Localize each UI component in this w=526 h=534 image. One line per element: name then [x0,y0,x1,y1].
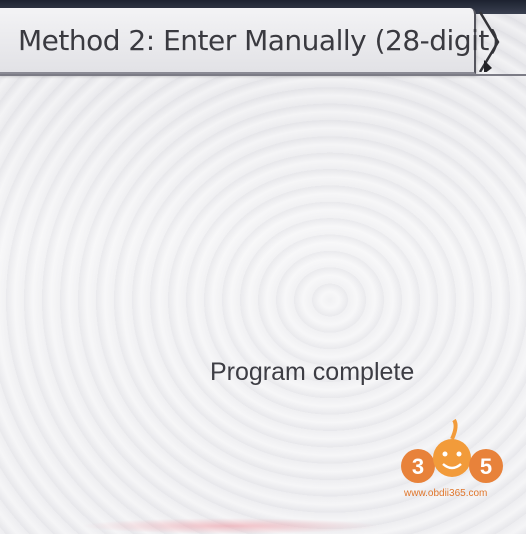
screen-glare [80,518,380,534]
tab-method-2[interactable]: Method 2: Enter Manually (28-digit) [0,8,500,74]
status-message: Program complete [210,358,415,386]
watermark-url: www.obdii365.com [404,488,488,499]
chevron-right-icon[interactable] [478,8,502,72]
svg-text:3: 3 [412,454,424,479]
tab-divider [0,74,526,76]
svg-text:5: 5 [480,454,492,479]
tab-title: Method 2: Enter Manually (28-digit) [18,24,500,57]
